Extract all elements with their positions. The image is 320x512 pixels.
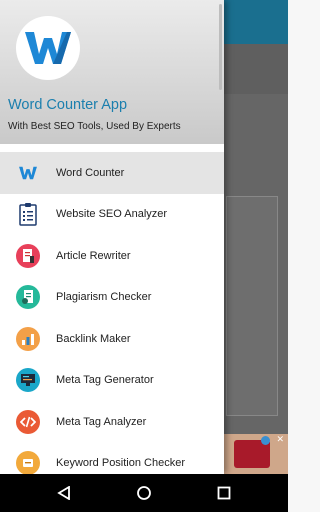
- drawer-menu: Word Counter Website SEO Analyzer Articl…: [0, 152, 224, 474]
- app-title: Word Counter App: [8, 97, 128, 113]
- menu-item-keyword-position-checker[interactable]: Keyword Position Checker: [0, 443, 224, 474]
- menu-item-label: Website SEO Analyzer: [56, 208, 168, 221]
- menu-item-label: Backlink Maker: [56, 332, 131, 345]
- app-subtitle: With Best SEO Tools, Used By Experts: [8, 121, 181, 132]
- ad-banner[interactable]: ✕: [224, 434, 288, 474]
- drawer-header: Word Counter App With Best SEO Tools, Us…: [0, 0, 224, 144]
- menu-item-label: Meta Tag Generator: [56, 374, 154, 387]
- monitor-icon: [16, 368, 40, 393]
- menu-item-label: Plagiarism Checker: [56, 291, 152, 304]
- background-text-area: [226, 196, 278, 416]
- menu-item-meta-tag-generator[interactable]: Meta Tag Generator: [0, 360, 224, 402]
- menu-item-label: Article Rewriter: [56, 249, 131, 262]
- recents-icon[interactable]: [213, 482, 235, 504]
- menu-item-plagiarism-checker[interactable]: Plagiarism Checker: [0, 277, 224, 319]
- system-navigation-bar: [0, 474, 288, 512]
- menu-item-label: Word Counter: [56, 166, 125, 179]
- document-rewrite-icon: [16, 243, 40, 268]
- drawer-scrollbar[interactable]: [219, 4, 222, 90]
- clipboard-icon: [16, 202, 40, 226]
- app-logo: [16, 16, 80, 80]
- w-logo-icon: [25, 32, 71, 64]
- ad-close-icon[interactable]: ✕: [276, 435, 284, 444]
- bar-chart-icon: [16, 326, 40, 351]
- menu-item-article-rewriter[interactable]: Article Rewriter: [0, 235, 224, 277]
- navigation-drawer: Word Counter App With Best SEO Tools, Us…: [0, 0, 224, 474]
- code-icon: [16, 409, 40, 434]
- menu-item-label: Keyword Position Checker: [56, 457, 186, 470]
- menu-item-meta-tag-analyzer[interactable]: Meta Tag Analyzer: [0, 401, 224, 443]
- menu-item-label: Meta Tag Analyzer: [56, 415, 147, 428]
- menu-item-word-counter[interactable]: Word Counter: [0, 152, 224, 194]
- document-check-icon: [16, 285, 40, 310]
- w-logo-icon: [16, 161, 40, 185]
- back-icon[interactable]: [53, 482, 75, 504]
- ad-info-icon[interactable]: [261, 436, 270, 445]
- home-icon[interactable]: [133, 482, 155, 504]
- menu-item-website-seo-analyzer[interactable]: Website SEO Analyzer: [0, 194, 224, 236]
- menu-item-backlink-maker[interactable]: Backlink Maker: [0, 318, 224, 360]
- keyword-icon: [16, 451, 40, 474]
